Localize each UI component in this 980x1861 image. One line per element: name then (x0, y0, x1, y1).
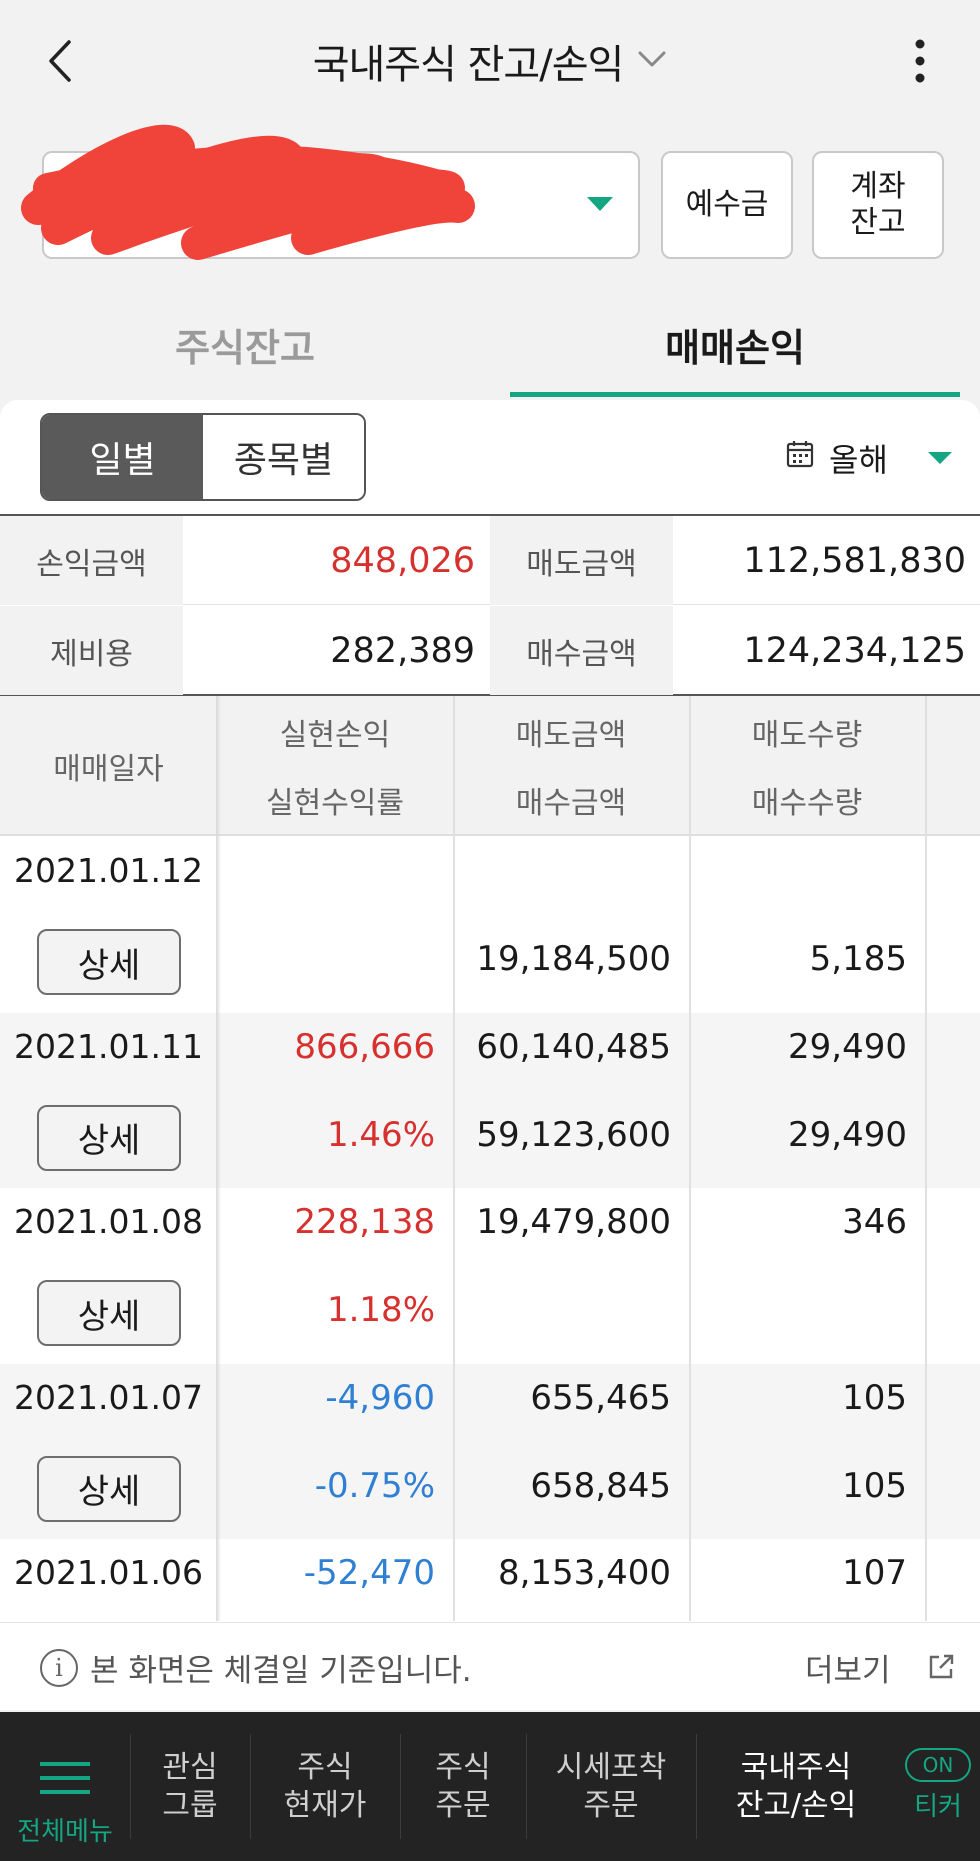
table-row[interactable]: 2021.01.11 상세 866,666 1.46% 60,140,485 59,123… (0, 1012, 980, 1188)
sell-amount: 655,465 (530, 1377, 671, 1418)
table-row[interactable]: 2021.01.07 상세 -4,960 -0.75% 655,465 658,845 10… (0, 1363, 980, 1539)
fee-label: 제비용 (0, 606, 183, 695)
nav-price-alert-order[interactable]: 시세포착 주문 (526, 1712, 696, 1861)
calendar-icon (785, 439, 815, 477)
summary-table: 손익금액 848,026 매도금액 112,581,830 제비용 282,38… (0, 514, 980, 696)
header-sell-qty: 매도수량 (751, 718, 863, 753)
trade-date: 2021.01.06 (14, 1553, 203, 1592)
buy-amount: 658,845 (530, 1465, 671, 1506)
buy-qty: 5,185 (809, 939, 907, 979)
sell-qty: 105 (842, 1377, 907, 1418)
sell-amount-value: 112,581,830 (743, 540, 966, 581)
table-header: 매매일자 실현손익 실현수익률 매도금액 매수금액 매도수량 매수수량 (0, 696, 980, 836)
fee-value: 282,389 (330, 630, 475, 671)
nav-domestic-balance-pl[interactable]: 국내주식 잔고/손익 (696, 1712, 896, 1861)
column-divider (689, 696, 691, 1621)
buy-qty: 105 (842, 1465, 907, 1506)
detail-button[interactable]: 상세 (37, 929, 181, 995)
summary-row: 손익금액 848,026 매도금액 112,581,830 (0, 516, 980, 605)
realized-pl: -52,470 (303, 1553, 435, 1593)
realized-pl: -4,960 (325, 1377, 435, 1418)
nav-stock-order[interactable]: 주식 주문 (400, 1712, 526, 1861)
buy-amount: 19,184,500 (476, 939, 671, 979)
sell-amount: 19,479,800 (476, 1202, 671, 1242)
view-segment-control: 일별 종목별 (40, 413, 366, 501)
period-dropdown-caret-icon[interactable] (928, 452, 952, 464)
trade-date: 2021.01.08 (14, 1202, 203, 1241)
frozen-column-shadow (216, 696, 221, 1621)
app-header: 국내주식 잔고/손익 (0, 0, 980, 120)
nav-full-menu[interactable]: 전체메뉴 (0, 1712, 130, 1861)
profit-label: 손익금액 (0, 516, 183, 605)
realized-pl: 228,138 (294, 1202, 435, 1242)
header-qty: 매도수량 매수수량 (689, 696, 925, 836)
account-dropdown-caret-icon[interactable] (587, 197, 613, 211)
more-link[interactable]: 더보기 (805, 1645, 891, 1690)
buy-amount-label: 매수금액 (490, 606, 673, 695)
profit-value: 848,026 (330, 540, 475, 581)
realized-rate: -0.75% (314, 1465, 435, 1506)
trade-date: 2021.01.07 (14, 1377, 203, 1417)
trade-date: 2021.01.11 (14, 1026, 203, 1066)
sell-qty: 346 (842, 1202, 907, 1242)
sell-amount: 60,140,485 (476, 1026, 671, 1067)
screen-title-dropdown[interactable]: 국내주식 잔고/손익 (0, 28, 980, 94)
detail-button[interactable]: 상세 (37, 1104, 181, 1171)
realized-rate: 1.18% (326, 1290, 435, 1330)
sell-qty: 29,490 (788, 1026, 907, 1067)
realized-rate: 1.46% (326, 1114, 435, 1155)
ticker-label: 티커 (914, 1791, 962, 1822)
period-label: 올해 (829, 441, 888, 479)
bottom-nav: 전체메뉴 관심 그룹 주식 현재가 주식 주문 시세포착 주문 국내주식 잔고/… (0, 1712, 980, 1861)
account-balance-button[interactable]: 계좌 잔고 (812, 151, 944, 259)
nav-stock-price[interactable]: 주식 현재가 (250, 1712, 400, 1861)
external-link-icon[interactable] (925, 1651, 957, 1683)
detail-button[interactable]: 상세 (37, 1280, 181, 1346)
chevron-down-icon (637, 50, 667, 72)
nav-ticker[interactable]: ON 티커 (896, 1712, 980, 1861)
sell-amount-label: 매도금액 (490, 516, 673, 605)
trade-date: 2021.01.12 (14, 851, 203, 890)
nav-menu-label: 전체메뉴 (17, 1816, 113, 1847)
header-realized-pl: 실현손익 (279, 718, 391, 753)
buy-amount: 59,123,600 (476, 1114, 671, 1155)
main-tabs: 주식잔고 매매손익 (0, 290, 980, 398)
deposit-button[interactable]: 예수금 (661, 151, 793, 259)
header-buy-qty: 매수수량 (751, 786, 863, 821)
column-divider (453, 696, 455, 1621)
nav-watchlist-group[interactable]: 관심 그룹 (130, 1712, 250, 1861)
page-title: 국내주식 잔고/손익 (312, 42, 625, 88)
header-realized-rate: 실현수익률 (266, 786, 404, 821)
tab-stock-balance[interactable]: 주식잔고 (20, 290, 470, 398)
footer-note: i 본 화면은 체결일 기준입니다. 더보기 (0, 1622, 980, 1710)
ticker-on-badge: ON (905, 1747, 971, 1782)
period-selector[interactable]: 올해 (785, 430, 888, 486)
tab-trade-pl[interactable]: 매매손익 (510, 290, 960, 398)
daily-pl-table[interactable]: 매매일자 실현손익 실현수익률 매도금액 매수금액 매도수량 매수수량 2021… (0, 696, 980, 1621)
buy-qty: 29,490 (788, 1114, 907, 1155)
note-text: 본 화면은 체결일 기준입니다. (90, 1653, 472, 1689)
header-buy-amount: 매수금액 (515, 786, 627, 821)
detail-button[interactable]: 상세 (37, 1455, 181, 1522)
sell-amount: 8,153,400 (497, 1553, 671, 1593)
sell-qty: 107 (842, 1553, 907, 1593)
header-realized: 실현손익 실현수익률 (217, 696, 453, 836)
redaction-scribble (18, 118, 538, 260)
table-row[interactable]: 2021.01.12 상세 19,184,500 5,185 (0, 837, 980, 1012)
table-row[interactable]: 2021.01.08 상세 228,138 1.18% 19,479,800 346 (0, 1188, 980, 1363)
header-trade-date: 매매일자 (53, 752, 164, 787)
active-tab-indicator (510, 392, 960, 397)
table-row[interactable]: 2021.01.06 -52,470 8,153,400 107 (0, 1539, 980, 1621)
column-divider (925, 696, 927, 1621)
hamburger-menu-icon (38, 1723, 92, 1805)
header-sell-amount: 매도금액 (515, 718, 627, 753)
info-icon: i (40, 1649, 78, 1687)
more-options-icon[interactable] (890, 28, 950, 94)
summary-row: 제비용 282,389 매수금액 124,234,125 (0, 606, 980, 695)
realized-pl: 866,666 (294, 1026, 435, 1067)
header-amount: 매도금액 매수금액 (453, 696, 689, 836)
segment-daily[interactable]: 일별 (42, 415, 203, 499)
buy-amount-value: 124,234,125 (743, 630, 966, 671)
segment-by-stock[interactable]: 종목별 (203, 415, 364, 499)
